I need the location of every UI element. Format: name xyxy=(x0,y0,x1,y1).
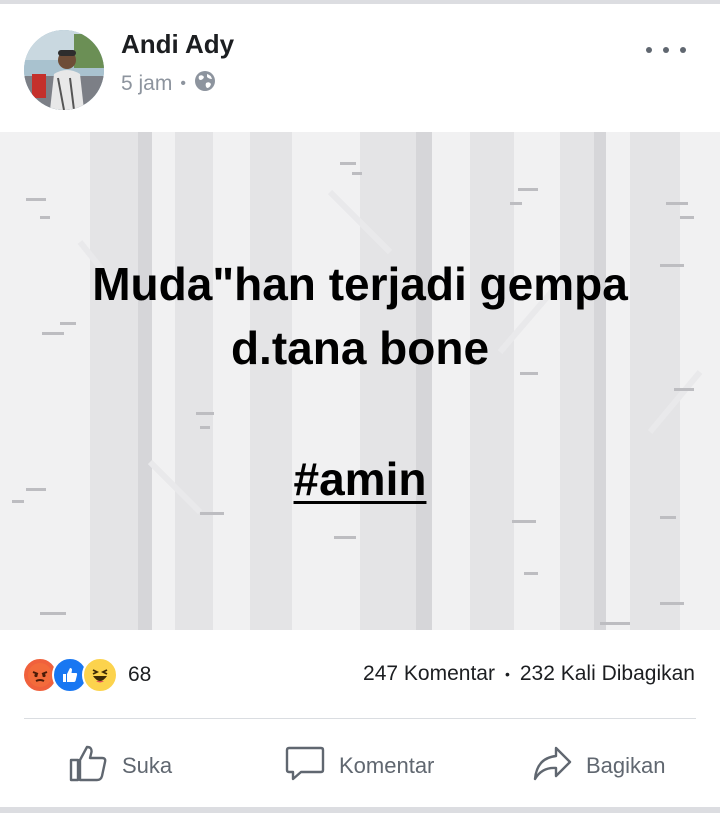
reaction-count: 68 xyxy=(128,663,152,686)
like-button[interactable]: Suka xyxy=(68,738,172,794)
comment-bubble-icon xyxy=(285,744,325,788)
stats-separator: • xyxy=(504,666,510,682)
share-button[interactable]: Bagikan xyxy=(532,738,666,794)
hashtag-link[interactable]: #amin xyxy=(294,453,427,505)
avatar-photo xyxy=(24,30,104,110)
status-background: Muda"han terjadi gempa d.tana bone #amin xyxy=(0,132,720,630)
divider xyxy=(24,718,696,719)
engagement-stats: 247 Komentar • 232 Kali Dibagikan xyxy=(363,662,695,686)
post-card: Andi Ady 5 jam • Muda"han terjadi gempa … xyxy=(0,4,720,807)
more-dot-icon xyxy=(663,47,669,53)
post-time[interactable]: 5 jam xyxy=(121,72,172,96)
birch-forest-background xyxy=(12,132,703,630)
status-line: d.tana bone xyxy=(230,322,490,374)
more-dot-icon xyxy=(646,47,652,53)
comment-button[interactable]: Komentar xyxy=(285,738,434,794)
more-options-button[interactable] xyxy=(646,38,686,62)
author-name[interactable]: Andi Ady xyxy=(121,29,234,60)
globe-icon xyxy=(194,70,216,98)
post-meta: 5 jam • xyxy=(121,70,216,98)
hashtag-container: #amin xyxy=(0,452,720,506)
reactions-summary[interactable]: 68 xyxy=(22,657,151,693)
more-dot-icon xyxy=(680,47,686,53)
haha-reaction-icon xyxy=(82,657,118,693)
share-label: Bagikan xyxy=(586,753,666,778)
like-label: Suka xyxy=(122,753,173,778)
share-arrow-icon xyxy=(532,744,572,788)
comment-count[interactable]: 247 Komentar xyxy=(363,662,495,686)
avatar[interactable] xyxy=(24,30,104,110)
share-count[interactable]: 232 Kali Dibagikan xyxy=(520,662,695,686)
status-text: Muda"han terjadi gempa d.tana bone xyxy=(0,252,720,380)
meta-separator: • xyxy=(180,75,186,92)
comment-label: Komentar xyxy=(339,753,435,778)
status-line: Muda"han terjadi gempa xyxy=(92,258,628,310)
thumbs-up-icon xyxy=(68,744,108,788)
